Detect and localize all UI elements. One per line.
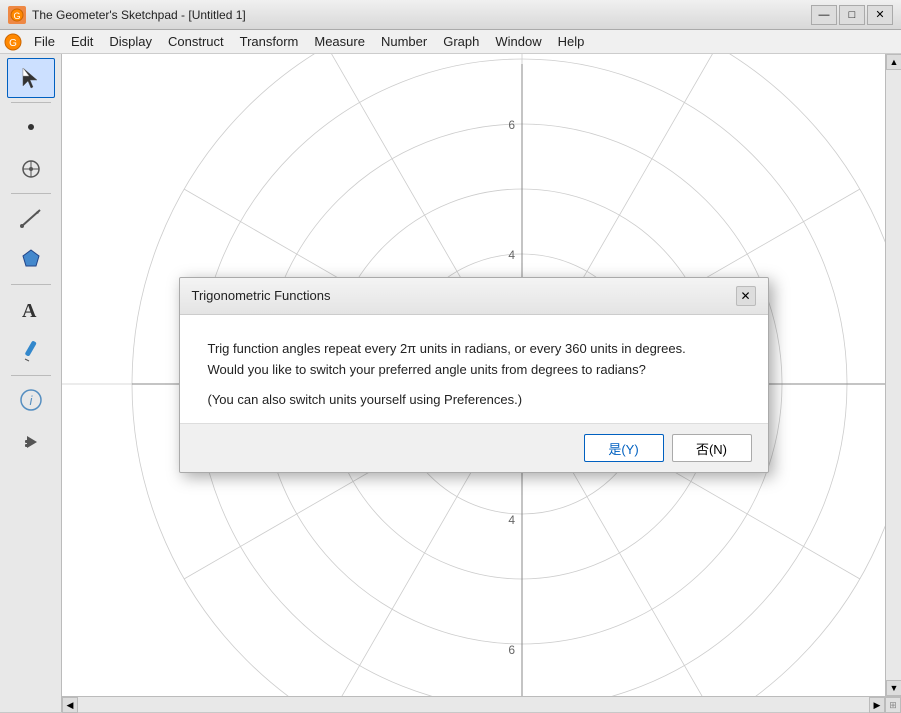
modal-overlay: Trigonometric Functions ✕ Trig function … bbox=[62, 54, 885, 696]
toolbar-separator-1 bbox=[11, 102, 51, 103]
yes-button[interactable]: 是(Y) bbox=[584, 434, 664, 462]
main-layout: A i bbox=[0, 54, 901, 712]
toolbar: A i bbox=[0, 54, 62, 712]
menu-graph[interactable]: Graph bbox=[435, 31, 487, 53]
text-tool[interactable]: A bbox=[7, 289, 55, 329]
toolbar-separator-2 bbox=[11, 193, 51, 194]
toolbar-separator-3 bbox=[11, 284, 51, 285]
maximize-button[interactable]: □ bbox=[839, 5, 865, 25]
menu-number[interactable]: Number bbox=[373, 31, 435, 53]
dialog-trig-functions: Trigonometric Functions ✕ Trig function … bbox=[179, 277, 769, 474]
minimize-button[interactable]: — bbox=[811, 5, 837, 25]
dialog-close-button[interactable]: ✕ bbox=[736, 286, 756, 306]
scroll-down-button[interactable]: ▼ bbox=[886, 680, 901, 696]
info-tool[interactable]: i bbox=[7, 380, 55, 420]
scroll-track-vertical[interactable] bbox=[886, 70, 901, 680]
menu-display[interactable]: Display bbox=[101, 31, 160, 53]
menu-edit[interactable]: Edit bbox=[63, 31, 101, 53]
size-grip: ⊞ bbox=[885, 697, 901, 713]
dialog-title: Trigonometric Functions bbox=[192, 288, 331, 303]
app-icon: G bbox=[8, 6, 26, 24]
compass-tool[interactable] bbox=[7, 149, 55, 189]
title-bar: G The Geometer's Sketchpad - [Untitled 1… bbox=[0, 0, 901, 30]
scroll-up-button[interactable]: ▲ bbox=[886, 54, 901, 70]
select-tool[interactable] bbox=[7, 58, 55, 98]
close-button[interactable]: ✕ bbox=[867, 5, 893, 25]
svg-text:i: i bbox=[29, 393, 33, 408]
scroll-right-button[interactable]: ▶ bbox=[869, 697, 885, 713]
svg-text:G: G bbox=[9, 38, 17, 49]
scroll-left-button[interactable]: ◀ bbox=[62, 697, 78, 713]
canvas[interactable]: 6 4 4 6 Trigonometric Functions ✕ bbox=[62, 54, 885, 696]
menu-window[interactable]: Window bbox=[487, 31, 549, 53]
menu-help[interactable]: Help bbox=[550, 31, 593, 53]
menu-construct[interactable]: Construct bbox=[160, 31, 232, 53]
menu-transform[interactable]: Transform bbox=[232, 31, 307, 53]
no-button[interactable]: 否(N) bbox=[672, 434, 752, 462]
svg-text:A: A bbox=[22, 300, 37, 322]
line-tool[interactable] bbox=[7, 198, 55, 238]
scroll-right[interactable]: ▲ ▼ bbox=[885, 54, 901, 696]
point-tool[interactable] bbox=[7, 107, 55, 147]
svg-text:G: G bbox=[13, 11, 20, 21]
scroll-track-horizontal[interactable] bbox=[78, 697, 869, 712]
toolbar-separator-4 bbox=[11, 375, 51, 376]
title-bar-controls: — □ ✕ bbox=[811, 5, 893, 25]
more-tool[interactable] bbox=[7, 422, 55, 462]
title-bar-left: G The Geometer's Sketchpad - [Untitled 1… bbox=[8, 6, 246, 24]
dialog-footer: 是(Y) 否(N) bbox=[180, 423, 768, 472]
marker-tool[interactable] bbox=[7, 331, 55, 371]
app-menu-icon: G bbox=[4, 33, 22, 51]
dialog-body: Trig function angles repeat every 2π uni… bbox=[180, 315, 768, 424]
menu-bar: G File Edit Display Construct Transform … bbox=[0, 30, 901, 54]
menu-measure[interactable]: Measure bbox=[306, 31, 373, 53]
window-title: The Geometer's Sketchpad - [Untitled 1] bbox=[32, 8, 246, 22]
menu-file[interactable]: File bbox=[26, 31, 63, 53]
polygon-tool[interactable] bbox=[7, 240, 55, 280]
dialog-note: (You can also switch units yourself usin… bbox=[208, 392, 740, 407]
dialog-title-bar: Trigonometric Functions ✕ bbox=[180, 278, 768, 315]
dialog-message: Trig function angles repeat every 2π uni… bbox=[208, 339, 740, 381]
scroll-bottom[interactable]: ◀ ▶ ⊞ bbox=[62, 696, 901, 712]
